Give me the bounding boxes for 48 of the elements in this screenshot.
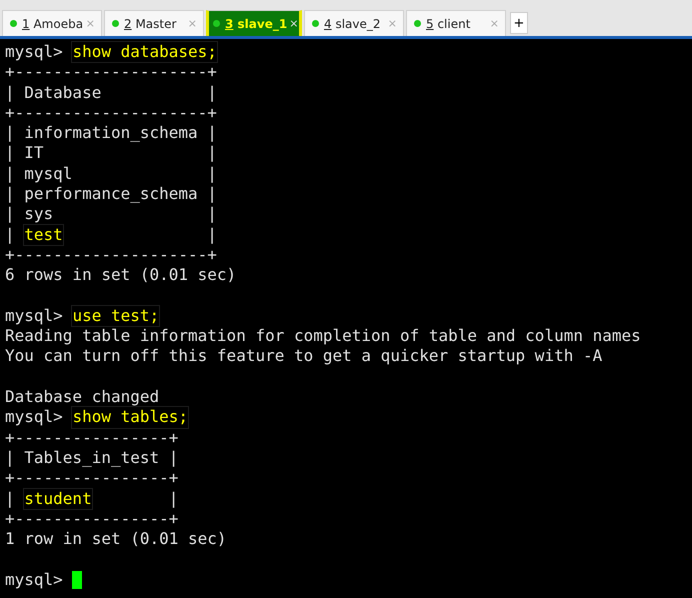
terminal-tab[interactable]: 5 client × [406,10,506,36]
terminal-tab[interactable]: 2 Master × [104,10,204,36]
terminal-tab[interactable]: 3 slave_1 × [206,10,302,36]
terminal-output: | [5,224,16,245]
terminal-output: +----------------+ [5,468,178,489]
terminal-output: mysql> [5,306,64,326]
status-dot-icon [112,20,119,27]
terminal-output: +--------------------+ [5,102,217,124]
terminal-output: mysql> [5,407,64,428]
terminal-output: | [206,224,217,245]
typed-command: show databases; [72,42,217,62]
tab-label: 1 Amoeba [22,16,84,30]
terminal-output: 1 row in set (0.01 sec) [5,529,227,550]
terminal-tab[interactable]: 4 slave_2 × [304,10,404,36]
terminal-output: | Tables_in_test | [5,448,178,468]
terminal-tab[interactable]: 1 Amoeba × [2,10,102,36]
terminal-output: Reading table information for completion of table and column names [5,326,641,346]
terminal-output: | performance_schema | [5,184,217,204]
status-dot-icon [213,20,220,27]
terminal-output: | Database | [5,82,217,103]
typed-command: use test; [72,306,160,326]
tab-label: 2 Master [124,16,178,30]
terminal-output: | [168,488,178,509]
terminal-output: +--------------------+ [5,62,217,83]
terminal-output: mysql> [5,570,64,590]
terminal-output: | [5,488,16,509]
tab-label: 5 client [426,16,472,30]
terminal-output: +--------------------+ [5,244,217,266]
terminal-output: | mysql | [5,164,217,184]
typed-command: test [24,224,63,245]
close-icon[interactable]: × [289,17,298,30]
terminal-output: mysql> [5,42,64,62]
tab-label: 3 slave_1 [225,16,288,30]
typed-command: student [24,488,92,509]
terminal-output: | IT | [5,143,217,164]
status-dot-icon [312,20,319,27]
new-tab-button[interactable]: + [510,12,528,34]
terminal-output: You can turn off this feature to get a quicker startup with -A [5,346,602,367]
tab-label: 4 slave_2 [324,16,382,30]
terminal-output: 6 rows in set (0.01 sec) [5,265,236,286]
terminal-output: Database changed [5,387,160,408]
status-dot-icon [414,20,421,27]
terminal-output: +----------------+ [5,428,178,448]
terminal-output: +----------------+ [5,508,178,530]
status-dot-icon [10,20,17,27]
typed-command: show tables; [72,407,188,428]
terminal-output: | information_schema | [5,123,217,144]
terminal-output: | sys | [5,204,217,225]
